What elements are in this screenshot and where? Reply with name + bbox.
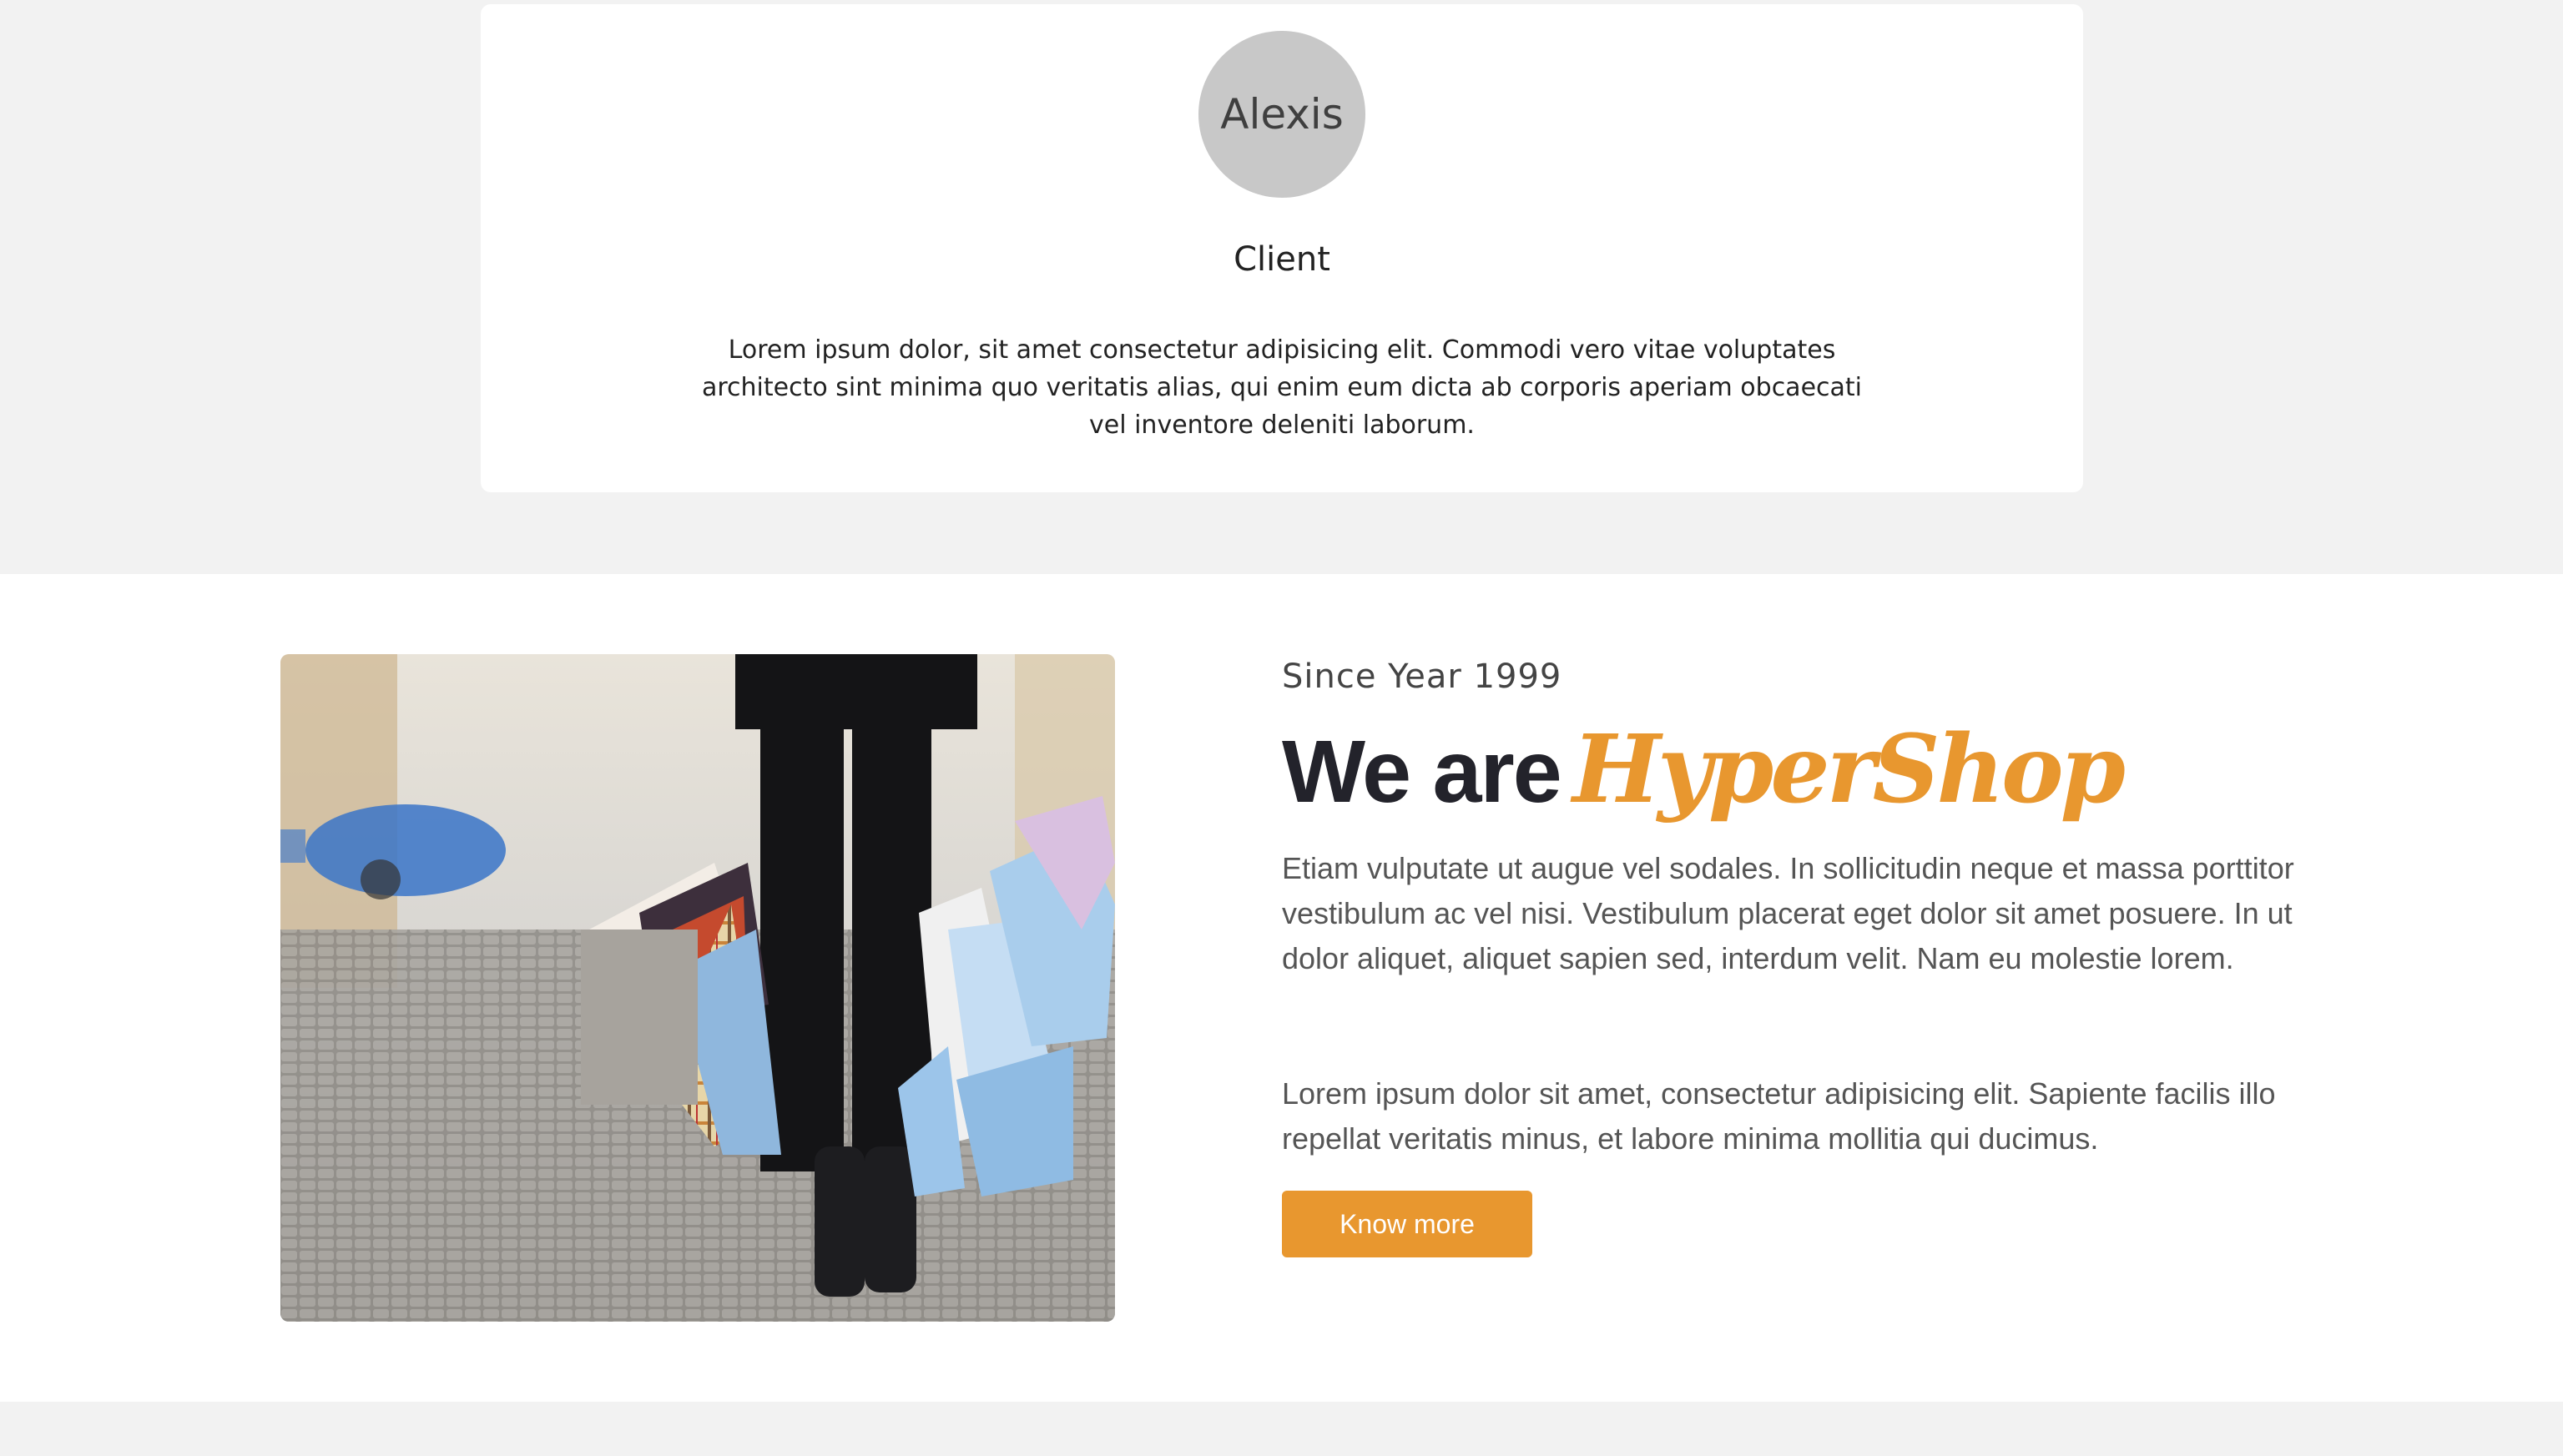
about-paragraph-2: Lorem ipsum dolor sit amet, consectetur …	[1282, 1076, 2276, 1156]
know-more-button[interactable]: Know more	[1282, 1191, 1532, 1257]
about-section: Since Year 1999 We are HyperShop Etiam v…	[0, 574, 2563, 1402]
heading-prefix: We are	[1282, 723, 1562, 821]
testimonial-card: Alexis Client Lorem ipsum dolor, sit ame…	[481, 4, 2083, 492]
shopping-photo	[280, 654, 1115, 1322]
testimonial-quote: Lorem ipsum dolor, sit amet consectetur …	[701, 335, 1863, 440]
brand-name: HyperShop	[1572, 715, 2126, 824]
avatar: Alexis	[1198, 31, 1365, 198]
about-paragraph-1: Etiam vulputate ut augue vel sodales. In…	[1282, 851, 2294, 975]
testimonial-role: Client	[1234, 240, 1330, 279]
about-heading: We are HyperShop	[1282, 708, 2126, 861]
since-year: Since Year 1999	[1282, 657, 1562, 696]
